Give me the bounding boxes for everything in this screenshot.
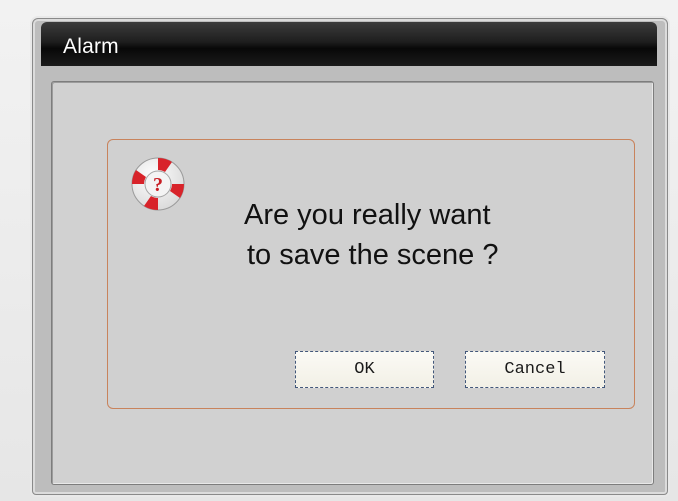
svg-text:?: ? (153, 174, 163, 196)
alarm-dialog-window: Alarm ? Are you really want to save the … (32, 18, 668, 495)
dialog-client-area: ? Are you really want to save the scene … (51, 81, 654, 485)
confirmation-message: Are you really want to save the scene ? (244, 195, 584, 275)
screen-background: Alarm ? Are you really want to save the … (0, 0, 678, 501)
title-bar[interactable]: Alarm (41, 22, 657, 66)
message-line-1: Are you really want (244, 199, 491, 231)
message-line-2: to save the scene ? (247, 239, 499, 271)
message-panel: ? Are you really want to save the scene … (107, 139, 635, 409)
cancel-button[interactable]: Cancel (465, 351, 605, 388)
help-lifebuoy-icon: ? (131, 157, 185, 211)
ok-button[interactable]: OK (295, 351, 434, 388)
window-title: Alarm (63, 35, 119, 58)
